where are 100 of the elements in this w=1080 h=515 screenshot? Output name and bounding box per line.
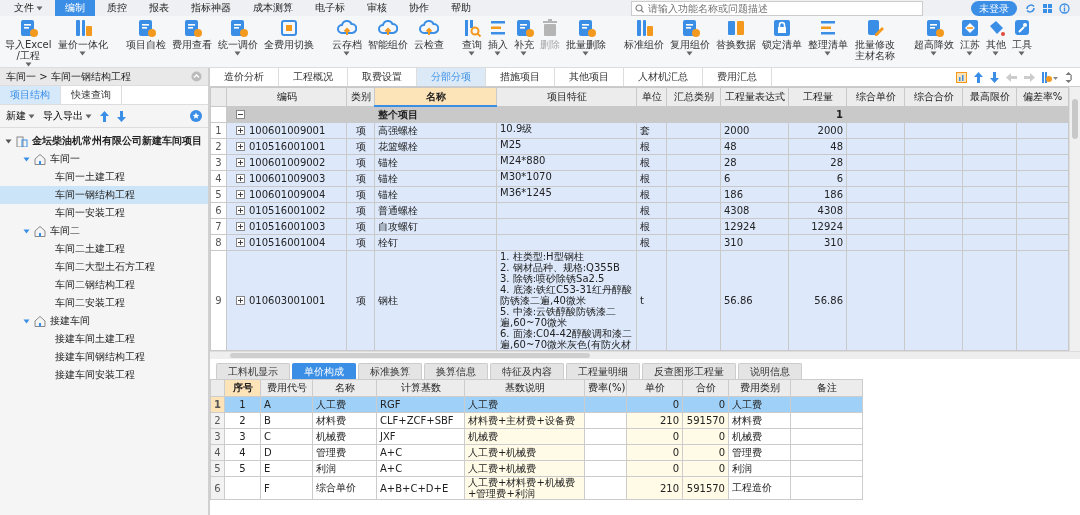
column-header[interactable]: 编码 <box>226 87 347 106</box>
toolbar-button[interactable]: 补充 <box>510 18 537 67</box>
column-header[interactable]: 单位 <box>636 87 667 106</box>
toolbar-button[interactable]: 查询 <box>458 18 485 67</box>
arrow-down-icon[interactable] <box>990 71 999 83</box>
toolbar-button[interactable]: 标准组价 <box>620 18 667 67</box>
toolbar-button[interactable]: 统一调价 <box>214 18 261 67</box>
table-row[interactable]: 5 5 E 利润 A+C 人工费+机械费 0 0 利润 <box>210 460 863 477</box>
toolbar-button[interactable]: 复用组价 <box>666 18 713 67</box>
menu-item[interactable]: 成本测算 <box>243 0 303 16</box>
toolbar-button[interactable]: 江苏 <box>956 18 983 67</box>
toolbar-button[interactable]: 插入 <box>484 18 511 67</box>
chart-icon[interactable] <box>956 71 967 83</box>
toolbar-button[interactable]: 全费用切换 <box>260 18 317 67</box>
toolbar-button[interactable]: 费用查看 <box>168 18 215 67</box>
collapse-icon[interactable] <box>236 109 245 119</box>
tree-item[interactable]: 车间二大型土石方工程 <box>0 258 208 276</box>
search-field[interactable]: 请输入功能名称或问题描述 <box>631 0 923 16</box>
menu-item[interactable]: 电子标 <box>305 0 355 16</box>
tree-item[interactable]: 金坛柴油机常州有限公司新建车间项目 <box>0 132 208 150</box>
sync-icon[interactable] <box>1025 2 1036 14</box>
column-header[interactable]: 名称 <box>312 379 377 397</box>
tab[interactable]: 换算信息 <box>424 363 488 379</box>
dropdown-button[interactable]: 新建 <box>6 109 35 123</box>
tree-item[interactable]: 接建车间钢结构工程 <box>0 348 208 366</box>
column-header[interactable]: 计算基数 <box>376 379 465 397</box>
column-header[interactable]: 汇总类别 <box>666 87 721 106</box>
toolbar-button[interactable]: 批量删除 <box>562 18 609 67</box>
toolbar-button[interactable]: 超高降效 <box>910 18 957 67</box>
column-header[interactable]: 费用类别 <box>728 379 791 397</box>
column-header[interactable]: 基数说明 <box>464 379 585 397</box>
column-header[interactable]: 工程量表达式 <box>720 87 789 106</box>
star-icon[interactable] <box>190 110 202 122</box>
toolbar-button[interactable]: 项目自检 <box>122 18 169 67</box>
table-row[interactable]: 1 1 A 人工费 RGF 人工费 0 0 人工费 <box>210 396 863 413</box>
menu-item[interactable]: 帮助 <box>441 0 481 16</box>
toolbar-button[interactable]: 整理清单 <box>804 18 851 67</box>
expand-icon[interactable] <box>236 206 245 215</box>
arrow-down-icon[interactable] <box>117 110 126 122</box>
info-icon[interactable] <box>1059 2 1070 14</box>
expand-icon[interactable] <box>236 238 245 247</box>
apps-icon[interactable] <box>1042 2 1053 14</box>
dropdown-button[interactable]: 导入导出 <box>43 109 92 123</box>
column-header[interactable]: 单价 <box>626 379 683 397</box>
expand-icon[interactable] <box>236 174 245 183</box>
column-header[interactable]: 最高限价 <box>962 87 1017 106</box>
expand-icon[interactable] <box>1065 71 1072 83</box>
toolbar-button[interactable]: 替换数据 <box>712 18 759 67</box>
toolbar-button[interactable]: 锁定清单 <box>758 18 805 67</box>
column-header[interactable]: 综合单价 <box>846 87 905 106</box>
expand-icon[interactable] <box>236 126 245 135</box>
expand-icon[interactable] <box>236 142 245 151</box>
toolbar-button[interactable]: 智能组价 <box>364 18 411 67</box>
column-header[interactable]: 类别 <box>346 87 375 106</box>
tree-item[interactable]: 车间二 <box>0 222 208 240</box>
table-row[interactable]: 2 2 B 材料费 CLF+ZCF+SBF 材料费+主材费+设备费 210 591570 材料费 <box>210 412 863 429</box>
tab[interactable]: 工料机显示 <box>216 363 290 379</box>
expand-icon[interactable] <box>236 296 245 305</box>
table-row[interactable]: 4 4 D 管理费 A+C 人工费+机械费 0 0 管理费 <box>210 444 863 461</box>
table-row[interactable]: 6 F 综合单价 A+B+C+D+E 人工费+材料费+机械费+管理费+利润 210 591570 工程造价 <box>210 476 863 500</box>
toolbar-button[interactable]: 批量修改主材名称 <box>850 18 899 67</box>
tree-item[interactable]: 车间二安装工程 <box>0 294 208 312</box>
column-header[interactable]: 名称 <box>374 87 497 106</box>
menu-item[interactable]: 报表 <box>139 0 179 16</box>
toolbar-button[interactable]: 云检查 <box>410 18 447 67</box>
toolbar-button[interactable]: 云存档 <box>328 18 365 67</box>
column-header[interactable]: 费用代号 <box>260 379 313 397</box>
column-header[interactable]: 偏差率% <box>1016 87 1069 106</box>
tab[interactable]: 标准换算 <box>358 363 422 379</box>
tree-item[interactable]: 车间一安装工程 <box>0 204 208 222</box>
column-header[interactable]: 项目特征 <box>496 87 637 106</box>
tree-item[interactable]: 车间一 <box>0 150 208 168</box>
expand-icon[interactable] <box>236 158 245 167</box>
tab[interactable]: 特征及内容 <box>490 363 564 379</box>
toolbar-button[interactable]: 其他 <box>982 18 1009 67</box>
column-header[interactable]: 综合合价 <box>904 87 963 106</box>
column-header[interactable]: 工程量 <box>788 87 847 106</box>
arrow-up-icon[interactable] <box>100 110 109 122</box>
tree-item[interactable]: 接建车间 <box>0 312 208 330</box>
tree-item[interactable]: 接建车间安装工程 <box>0 366 208 384</box>
arrow-up-icon[interactable] <box>974 71 983 83</box>
menu-item[interactable]: 审核 <box>357 0 397 16</box>
menu-item[interactable]: 文件 <box>4 0 53 16</box>
column-header[interactable]: 费率(%) <box>584 379 627 397</box>
column-settings-icon[interactable] <box>1042 71 1058 83</box>
toolbar-button[interactable]: 工具 <box>1008 18 1035 67</box>
table-row[interactable]: 3 3 C 机械费 JXF 机械费 0 0 机械费 <box>210 428 863 445</box>
tree-item[interactable]: 车间二钢结构工程 <box>0 276 208 294</box>
expand-icon[interactable] <box>236 190 245 199</box>
menu-item[interactable]: 质控 <box>97 0 137 16</box>
toolbar-button[interactable]: 量价一体化 <box>54 18 111 67</box>
tree-item[interactable]: 车间二土建工程 <box>0 240 208 258</box>
toolbar-button[interactable]: 导入Excel /工程 <box>2 18 55 67</box>
tab[interactable]: 工程量明细 <box>566 363 640 379</box>
tree-item[interactable]: 接建车间土建工程 <box>0 330 208 348</box>
tab[interactable]: 反查图形工程量 <box>642 363 736 379</box>
menu-item[interactable]: 指标神器 <box>181 0 241 16</box>
tree-item[interactable]: 车间一土建工程 <box>0 168 208 186</box>
tab[interactable]: 说明信息 <box>738 363 802 379</box>
column-header[interactable]: 备注 <box>790 379 863 397</box>
